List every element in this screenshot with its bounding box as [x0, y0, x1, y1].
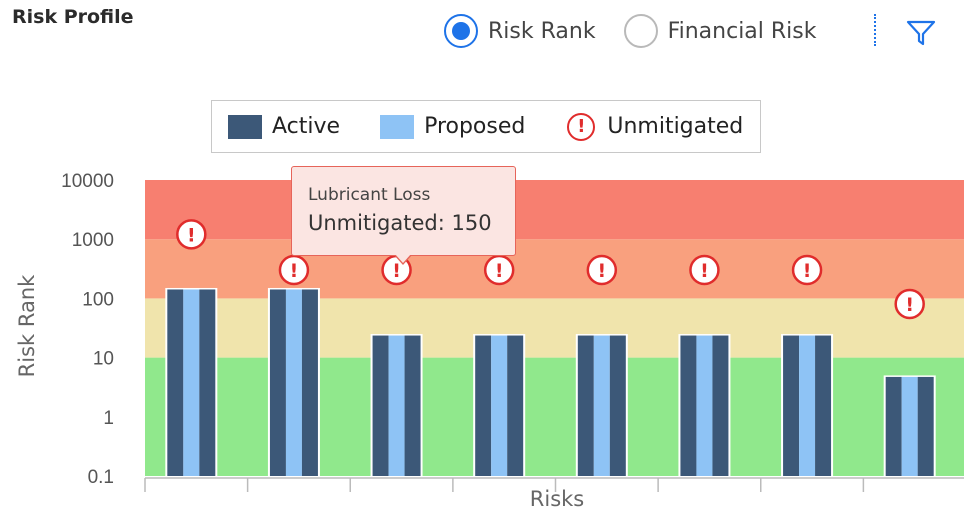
y-tick-label: 1	[103, 408, 114, 429]
marker-exclamation: !	[290, 260, 299, 282]
unmitigated-warning-icon: !	[567, 112, 596, 141]
unmitigated-marker-5: !	[586, 254, 618, 286]
bar-active	[917, 376, 934, 476]
legend-item-unmitigated[interactable]: ! Unmitigated	[567, 112, 744, 141]
bar-proposed	[388, 335, 405, 476]
legend-label-proposed: Proposed	[424, 114, 526, 139]
bar-proposed	[593, 335, 610, 476]
unmitigated-marker-4: !	[483, 254, 515, 286]
y-tick-label: 1000	[72, 230, 114, 251]
legend-swatch-active	[228, 114, 262, 139]
tooltip-arrow-inner	[395, 254, 411, 263]
bar-active	[680, 335, 697, 476]
bar-group-4	[473, 334, 526, 476]
y-tick-label: 100	[82, 289, 114, 310]
risk-band-1	[145, 298, 964, 358]
chart-legend: Active Proposed ! Unmitigated	[211, 100, 761, 153]
bar-proposed	[696, 335, 713, 476]
bar-group-7	[781, 334, 834, 476]
chart-tooltip: Lubricant Loss Unmitigated: 150	[291, 166, 516, 256]
bar-proposed	[285, 289, 302, 476]
legend-swatch-proposed	[380, 114, 415, 139]
unmitigated-marker-2: !	[278, 254, 310, 286]
bar-active	[577, 335, 594, 476]
legend-item-proposed[interactable]: Proposed	[380, 114, 525, 139]
legend-label-unmitigated: Unmitigated	[607, 114, 744, 139]
bar-active	[885, 376, 902, 476]
tooltip-value: Unmitigated: 150	[308, 211, 492, 235]
bar-group-8	[883, 375, 936, 476]
bar-active	[783, 335, 800, 476]
bar-active	[815, 335, 832, 476]
bar-group-3	[370, 334, 423, 476]
bar-active	[301, 289, 318, 476]
y-ticks: 0.1 1 10 100 1000 10000	[61, 171, 114, 488]
tooltip-title: Lubricant Loss	[308, 185, 431, 205]
y-tick-label: 10000	[61, 171, 114, 192]
bar-active	[507, 335, 524, 476]
risk-band-3	[145, 180, 964, 240]
unmitigated-marker-6: !	[689, 254, 720, 286]
bar-group-2	[267, 287, 320, 476]
bar-proposed	[183, 289, 200, 476]
marker-exclamation: !	[905, 294, 914, 316]
x-axis-label: Risks	[530, 487, 584, 511]
marker-exclamation: !	[700, 260, 709, 282]
y-tick-label: 10	[93, 349, 114, 370]
bar-group-1	[165, 287, 218, 476]
marker-exclamation: !	[597, 260, 606, 282]
marker-exclamation: !	[803, 260, 812, 282]
bar-proposed	[491, 335, 508, 476]
marker-exclamation: !	[495, 260, 504, 282]
y-tick-label: 0.1	[88, 467, 114, 488]
bar-active	[609, 335, 626, 476]
bar-active	[167, 289, 184, 476]
bar-active	[475, 335, 492, 476]
unmitigated-marker-7: !	[791, 254, 823, 286]
bar-active	[712, 335, 729, 476]
bar-group-6	[678, 334, 731, 476]
legend-label-active: Active	[272, 114, 341, 139]
bar-group-5	[575, 334, 628, 476]
bar-active	[269, 289, 286, 476]
bar-proposed	[799, 335, 816, 476]
bar-active	[372, 335, 389, 476]
y-axis-label: Risk Rank	[15, 274, 39, 378]
legend-item-active[interactable]: Active	[228, 114, 340, 139]
bar-active	[199, 289, 216, 476]
unmitigated-marker-8: !	[894, 288, 925, 320]
risk-bands	[145, 180, 964, 476]
unmitigated-marker-1: !	[176, 219, 207, 250]
bar-proposed	[901, 376, 918, 476]
risk-band-0	[145, 357, 964, 476]
risk-band-2	[145, 239, 964, 299]
marker-exclamation: !	[187, 224, 196, 246]
bar-active	[404, 335, 421, 476]
